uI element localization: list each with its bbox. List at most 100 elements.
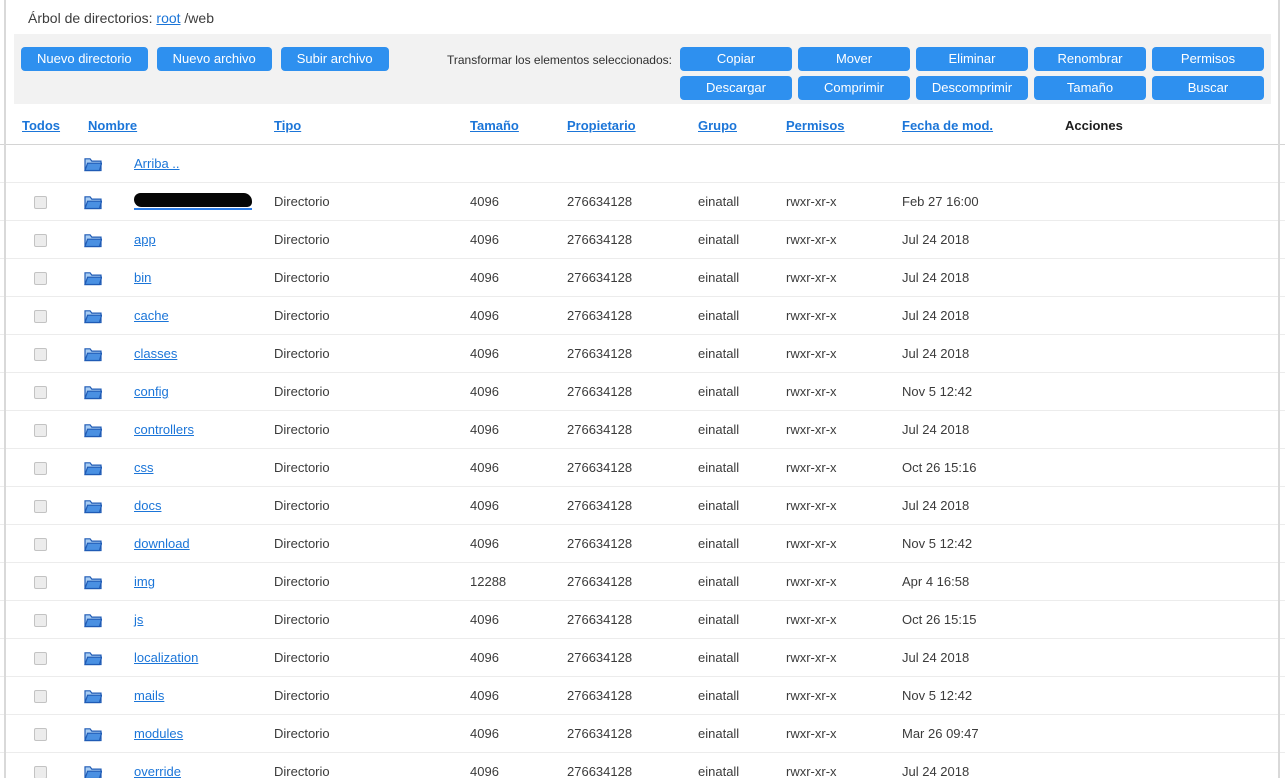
file-name-link[interactable]: localization [134, 650, 198, 665]
file-type: Directorio [252, 296, 448, 335]
rename-button[interactable]: Renombrar [1034, 47, 1146, 71]
file-size [448, 144, 545, 183]
file-date [880, 144, 1043, 183]
file-owner: 276634128 [545, 334, 676, 373]
file-name-link[interactable] [134, 193, 252, 210]
row-checkbox[interactable] [34, 424, 47, 438]
file-name-link[interactable]: override [134, 764, 181, 778]
folder-icon [84, 727, 103, 742]
header-sort-permissions[interactable]: Permisos [786, 118, 845, 133]
file-name-link[interactable]: cache [134, 308, 169, 323]
compress-button[interactable]: Comprimir [798, 76, 910, 100]
header-sort-size[interactable]: Tamaño [470, 118, 519, 133]
file-type: Directorio [252, 182, 448, 221]
file-permissions: rwxr-xr-x [764, 638, 880, 677]
file-owner: 276634128 [545, 524, 676, 563]
header-sort-type[interactable]: Tipo [274, 118, 301, 133]
header-select-all[interactable]: Todos [22, 118, 60, 133]
search-button[interactable]: Buscar [1152, 76, 1264, 100]
file-size: 4096 [448, 220, 545, 259]
file-owner: 276634128 [545, 296, 676, 335]
file-size: 4096 [448, 638, 545, 677]
row-checkbox[interactable] [34, 766, 47, 778]
row-checkbox[interactable] [34, 690, 47, 704]
folder-icon [84, 347, 103, 362]
row-checkbox[interactable] [34, 348, 47, 362]
file-owner: 276634128 [545, 752, 676, 778]
table-row: docs Directorio 4096 276634128 einatall … [0, 486, 1285, 525]
file-size: 4096 [448, 752, 545, 778]
row-checkbox[interactable] [34, 272, 47, 286]
file-size: 4096 [448, 182, 545, 221]
row-checkbox[interactable] [34, 614, 47, 628]
row-checkbox[interactable] [34, 196, 47, 210]
file-actions [1043, 448, 1285, 487]
row-checkbox[interactable] [34, 310, 47, 324]
permissions-button[interactable]: Permisos [1152, 47, 1264, 71]
file-group: einatall [676, 448, 764, 487]
download-button[interactable]: Descargar [680, 76, 792, 100]
row-checkbox[interactable] [34, 728, 47, 742]
size-button[interactable]: Tamaño [1034, 76, 1146, 100]
file-permissions: rwxr-xr-x [764, 258, 880, 297]
file-actions [1043, 334, 1285, 373]
file-name-link[interactable]: Arriba .. [134, 156, 180, 171]
row-checkbox[interactable] [34, 386, 47, 400]
new-file-button[interactable]: Nuevo archivo [156, 47, 272, 71]
row-checkbox[interactable] [34, 234, 47, 248]
file-permissions: rwxr-xr-x [764, 220, 880, 259]
decompress-button[interactable]: Descomprimir [916, 76, 1028, 100]
file-name-link[interactable]: config [134, 384, 169, 399]
file-size: 4096 [448, 676, 545, 715]
row-checkbox[interactable] [34, 576, 47, 590]
file-name-link[interactable]: img [134, 574, 155, 589]
page-right-border [1278, 0, 1280, 778]
file-name-link[interactable]: modules [134, 726, 183, 741]
file-name-link[interactable]: app [134, 232, 156, 247]
file-group: einatall [676, 410, 764, 449]
file-owner: 276634128 [545, 676, 676, 715]
file-date: Oct 26 15:15 [880, 600, 1043, 639]
file-date: Nov 5 12:42 [880, 524, 1043, 563]
transform-label: Transformar los elementos seleccionados: [447, 53, 672, 67]
move-button[interactable]: Mover [798, 47, 910, 71]
file-actions [1043, 562, 1285, 601]
new-directory-button[interactable]: Nuevo directorio [21, 47, 148, 71]
file-type: Directorio [252, 448, 448, 487]
header-sort-owner[interactable]: Propietario [567, 118, 636, 133]
file-actions [1043, 220, 1285, 259]
file-name-link[interactable]: download [134, 536, 190, 551]
file-type: Directorio [252, 676, 448, 715]
delete-button[interactable]: Eliminar [916, 47, 1028, 71]
file-actions [1043, 714, 1285, 753]
row-checkbox[interactable] [34, 538, 47, 552]
file-name-link[interactable]: css [134, 460, 154, 475]
breadcrumb-path: /web [184, 10, 214, 26]
file-name-link[interactable]: classes [134, 346, 177, 361]
row-checkbox[interactable] [34, 652, 47, 666]
file-owner: 276634128 [545, 562, 676, 601]
file-name-link[interactable]: js [134, 612, 143, 627]
selection-action-buttons: Copiar Mover Eliminar Renombrar Permisos… [680, 47, 1264, 100]
breadcrumb-root-link[interactable]: root [156, 10, 180, 26]
header-sort-date[interactable]: Fecha de mod. [902, 118, 993, 133]
file-name-link[interactable]: bin [134, 270, 151, 285]
file-name-link[interactable]: mails [134, 688, 164, 703]
file-name-link[interactable]: controllers [134, 422, 194, 437]
file-type: Directorio [252, 752, 448, 778]
file-manager-page: Árbol de directorios: root /web Nuevo di… [0, 0, 1285, 778]
header-sort-name[interactable]: Nombre [88, 118, 137, 133]
row-checkbox[interactable] [34, 500, 47, 514]
file-table: Todos Nombre Tipo Tamaño Propietario Gru… [0, 110, 1285, 778]
upload-file-button[interactable]: Subir archivo [280, 47, 389, 71]
file-name-link[interactable]: docs [134, 498, 161, 513]
file-date: Jul 24 2018 [880, 334, 1043, 373]
row-checkbox[interactable] [34, 462, 47, 476]
header-sort-group[interactable]: Grupo [698, 118, 737, 133]
file-owner: 276634128 [545, 714, 676, 753]
file-group: einatall [676, 486, 764, 525]
table-row: img Directorio 12288 276634128 einatall … [0, 562, 1285, 601]
copy-button[interactable]: Copiar [680, 47, 792, 71]
file-actions [1043, 258, 1285, 297]
file-date: Jul 24 2018 [880, 638, 1043, 677]
